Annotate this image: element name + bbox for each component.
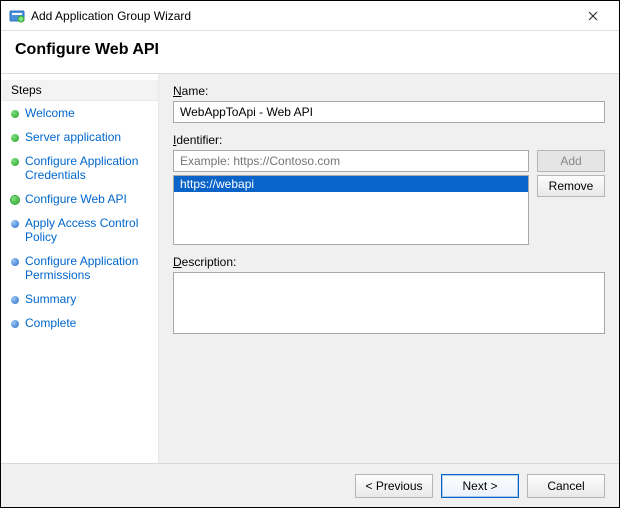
steps-sidebar: Steps Welcome Server application Configure… xyxy=(1,74,159,463)
step-bullet-icon xyxy=(11,296,19,304)
wizard-step[interactable]: Apply Access Control Policy xyxy=(1,211,158,249)
close-button[interactable] xyxy=(575,2,611,30)
wizard-step[interactable]: Welcome xyxy=(1,101,158,125)
identifier-label: Identifier: xyxy=(173,133,605,147)
wizard-step[interactable]: Summary xyxy=(1,287,158,311)
step-bullet-icon xyxy=(11,134,19,142)
page-title: Configure Web API xyxy=(15,41,605,59)
step-label: Server application xyxy=(25,130,121,144)
step-label: Configure Web API xyxy=(25,192,127,206)
title-bar: Add Application Group Wizard xyxy=(1,1,619,31)
app-icon xyxy=(9,8,25,24)
step-bullet-icon xyxy=(11,196,19,204)
step-label: Complete xyxy=(25,316,76,330)
identifier-input[interactable] xyxy=(173,150,529,172)
remove-button[interactable]: Remove xyxy=(537,175,605,197)
wizard-step[interactable]: Complete xyxy=(1,311,158,335)
name-input[interactable] xyxy=(173,101,605,123)
step-bullet-icon xyxy=(11,220,19,228)
cancel-button[interactable]: Cancel xyxy=(527,474,605,498)
next-button[interactable]: Next > xyxy=(441,474,519,498)
name-label: Name: xyxy=(173,84,605,98)
previous-button[interactable]: < Previous xyxy=(355,474,433,498)
description-label: Description: xyxy=(173,255,605,269)
step-label: Configure Application Credentials xyxy=(25,154,148,182)
description-input[interactable] xyxy=(173,272,605,334)
wizard-window: Add Application Group Wizard Configure W… xyxy=(0,0,620,508)
wizard-step[interactable]: Configure Application Credentials xyxy=(1,149,158,187)
wizard-footer: < Previous Next > Cancel xyxy=(1,463,619,507)
identifier-list-item[interactable]: https://webapi xyxy=(174,176,528,192)
wizard-step[interactable]: Server application xyxy=(1,125,158,149)
step-label: Configure Application Permissions xyxy=(25,254,148,282)
identifier-listbox[interactable]: https://webapi xyxy=(173,175,529,245)
step-bullet-icon xyxy=(11,320,19,328)
wizard-body: Steps Welcome Server application Configure… xyxy=(1,74,619,463)
wizard-header: Configure Web API xyxy=(1,31,619,74)
wizard-step[interactable]: Configure Application Permissions xyxy=(1,249,158,287)
steps-heading: Steps xyxy=(1,80,158,101)
step-bullet-icon xyxy=(11,258,19,266)
window-title: Add Application Group Wizard xyxy=(31,9,575,23)
step-label: Welcome xyxy=(25,106,75,120)
step-label: Apply Access Control Policy xyxy=(25,216,148,244)
step-bullet-icon xyxy=(11,110,19,118)
step-label: Summary xyxy=(25,292,76,306)
form-area: Name: Identifier: Add https://webapi Rem… xyxy=(159,74,619,463)
step-bullet-icon xyxy=(11,158,19,166)
wizard-step[interactable]: Configure Web API xyxy=(1,187,158,211)
add-button[interactable]: Add xyxy=(537,150,605,172)
